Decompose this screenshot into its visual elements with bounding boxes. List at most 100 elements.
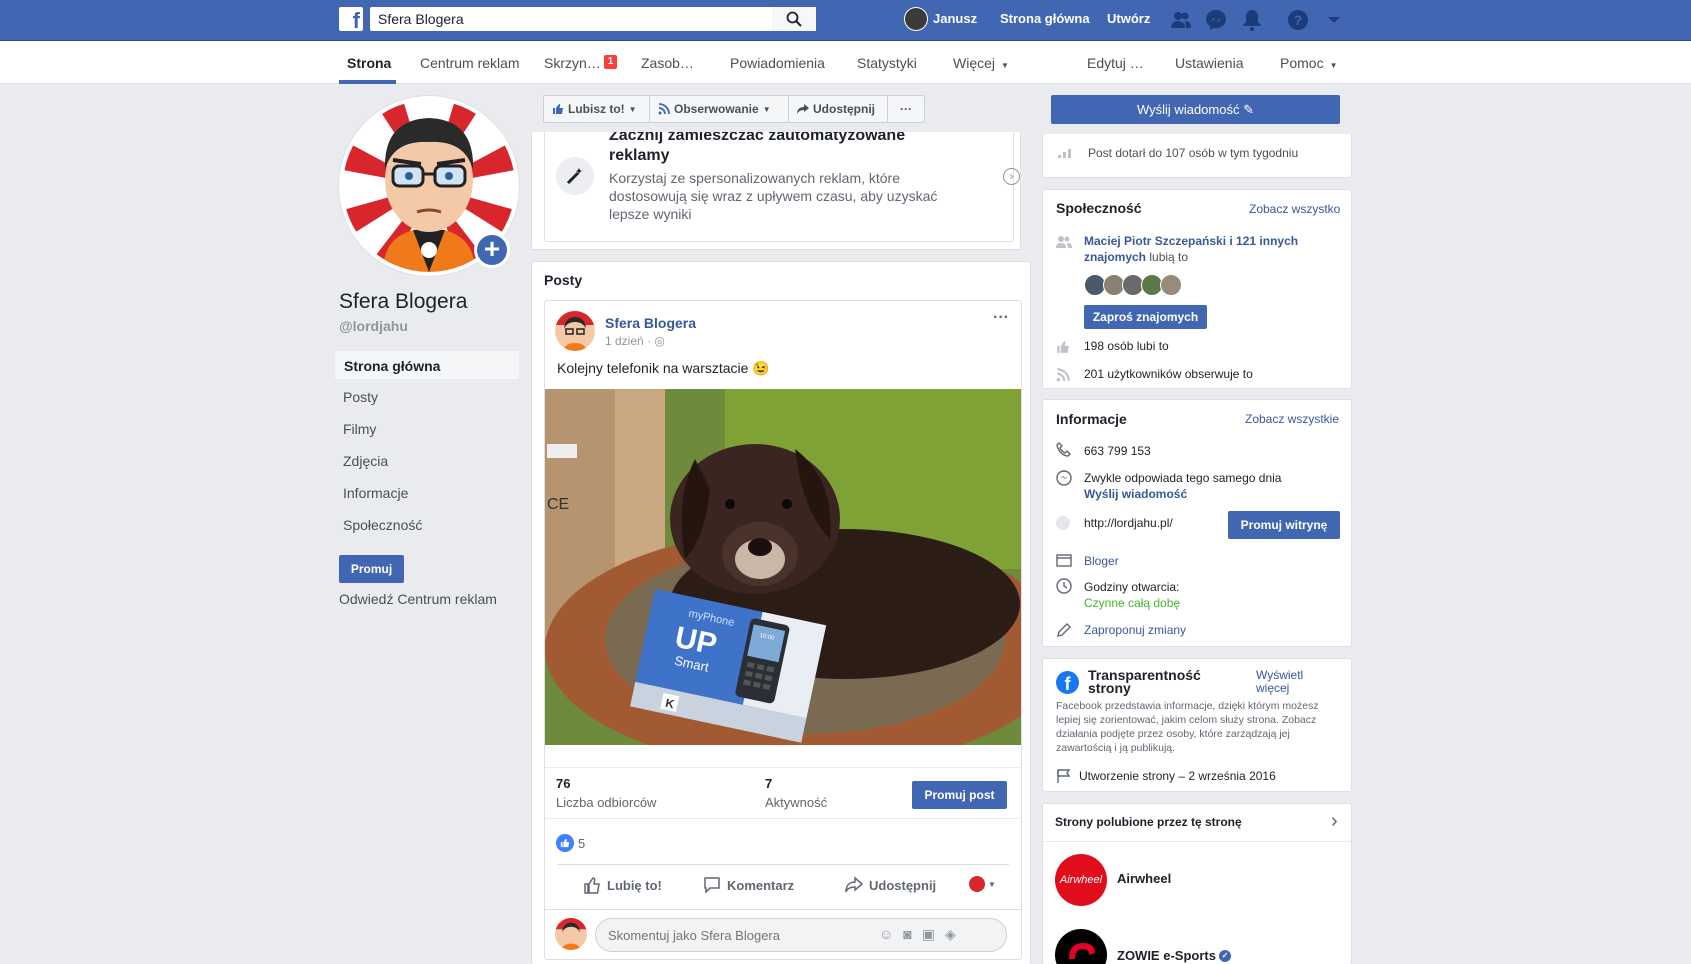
promote-website-button[interactable]: Promuj witrynę xyxy=(1228,511,1340,539)
transparency-title[interactable]: Transparentność strony xyxy=(1088,668,1218,695)
post-share-button[interactable]: Udostępnij xyxy=(845,876,936,894)
tab-page[interactable]: Strona xyxy=(347,55,391,71)
add-photo-button[interactable]: + xyxy=(474,232,510,268)
post-author-avatar[interactable] xyxy=(555,311,595,351)
post-author-name[interactable]: Sfera Blogera xyxy=(605,315,696,331)
weekly-reach-text[interactable]: Post dotarł do 107 osób w tym tygodniu xyxy=(1088,146,1298,160)
tab-inbox[interactable]: Skrzyn… 1 xyxy=(544,55,618,71)
user-avatar[interactable] xyxy=(904,7,928,31)
posts-section: Posty Sfera Blogera 1 dzień · ◎ ··· Kole… xyxy=(531,261,1031,964)
send-message-label: Wyślij wiadomość xyxy=(1137,102,1240,117)
friend-avatar[interactable] xyxy=(1160,274,1182,296)
tab-notifications[interactable]: Powiadomienia xyxy=(730,55,825,71)
verified-badge-icon: ✓ xyxy=(1218,949,1231,962)
send-message-button[interactable]: Wyślij wiadomość ✎ xyxy=(1051,95,1340,124)
website-link[interactable]: http://lordjahu.pl/ xyxy=(1084,516,1173,530)
post-options-icon[interactable]: ··· xyxy=(993,309,1009,327)
friends-like-suffix: lubią to xyxy=(1149,250,1189,264)
page-category-link[interactable]: Bloger xyxy=(1084,554,1119,568)
invite-friends-button[interactable]: Zaproś znajomych xyxy=(1084,305,1207,329)
help-icon[interactable]: ? xyxy=(1286,8,1310,32)
clock-icon xyxy=(1056,578,1072,597)
sidebar-item-community[interactable]: Społeczność xyxy=(334,510,520,540)
gif-icon[interactable]: ▣ xyxy=(922,926,935,943)
chevron-right-icon[interactable]: › xyxy=(1331,810,1338,833)
opening-hours-label: Godziny otwarcia: xyxy=(1084,580,1180,594)
thumbs-up-outline-icon xyxy=(584,877,600,894)
search-input[interactable] xyxy=(370,7,816,31)
opening-hours-value[interactable]: Czynne całą dobę xyxy=(1084,596,1180,610)
like-page-button[interactable]: Lubisz to! ▼ xyxy=(543,95,650,123)
page-title[interactable]: Sfera Blogera xyxy=(339,290,467,314)
sidebar-item-videos[interactable]: Filmy xyxy=(334,414,520,444)
reactions-summary[interactable]: 5 xyxy=(556,834,585,852)
send-message-link[interactable]: Wyślij wiadomość xyxy=(1084,487,1187,501)
sidebar-item-photos[interactable]: Zdjęcia xyxy=(334,446,520,476)
create-link[interactable]: Utwórz xyxy=(1107,11,1150,26)
response-time-text: Zwykle odpowiada tego samego dnia xyxy=(1084,471,1282,485)
notifications-bell-icon[interactable] xyxy=(1240,8,1264,32)
ad-card-body: Korzystaj ze spersonalizowanych reklam, … xyxy=(609,170,938,222)
likes-count: 5 xyxy=(578,835,586,851)
post-photo[interactable]: CE myPhone UP Smart 10:00 K xyxy=(545,389,1021,745)
tab-help[interactable]: Pomoc ▼ xyxy=(1280,55,1338,71)
chevron-down-icon: ▼ xyxy=(628,104,637,114)
more-options-button[interactable]: ··· xyxy=(888,95,925,123)
share-arrow-icon xyxy=(845,876,863,893)
friends-link[interactable]: Maciej Piotr Szczepański i 121 innych zn… xyxy=(1084,234,1298,264)
messenger-icon[interactable] xyxy=(1204,8,1228,32)
post-like-button[interactable]: Lubię to! xyxy=(583,876,662,894)
comment-button[interactable]: Komentarz xyxy=(703,876,794,894)
tab-ads-center[interactable]: Centrum reklam xyxy=(420,55,520,71)
about-see-all-link[interactable]: Zobacz wszystkie xyxy=(1245,412,1339,426)
liked-pages-title[interactable]: Strony polubione przez tę stronę xyxy=(1055,815,1242,829)
emoji-icon[interactable]: ☺ xyxy=(879,926,893,943)
airwheel-logo[interactable]: Airwheel xyxy=(1055,854,1107,906)
tab-more[interactable]: Więcej ▼ xyxy=(953,55,1009,71)
user-profile-link[interactable]: Janusz xyxy=(933,11,977,26)
tab-statistics[interactable]: Statystyki xyxy=(857,55,917,71)
friend-requests-icon[interactable] xyxy=(1169,8,1193,32)
about-title[interactable]: Informacje xyxy=(1056,411,1127,427)
chevron-right-icon[interactable]: › xyxy=(1003,168,1020,185)
reach-label[interactable]: Liczba odbiorców xyxy=(556,795,656,810)
share-page-button[interactable]: Udostępnij xyxy=(789,95,888,123)
page-likes-count[interactable]: 198 osób lubi to xyxy=(1084,339,1169,353)
page-followers-count[interactable]: 201 użytkowników obserwuje to xyxy=(1084,367,1253,381)
page-username[interactable]: @lordjahu xyxy=(339,318,408,334)
follow-button[interactable]: Obserwowanie ▼ xyxy=(650,95,789,123)
liked-page-zowie[interactable]: ZOWIE e-Sports ✓ xyxy=(1117,948,1231,963)
search-button[interactable] xyxy=(772,7,816,31)
category-icon xyxy=(1056,553,1072,570)
facebook-logo-icon[interactable]: f xyxy=(339,7,363,31)
ad-card-title[interactable]: Zacznij zamieszczać zautomatyzowane rekl… xyxy=(609,132,939,166)
promote-button[interactable]: Promuj xyxy=(339,555,404,583)
tab-resources[interactable]: Zasob… xyxy=(641,55,694,71)
transparency-card: f Transparentność strony Wyświetl więcej… xyxy=(1042,658,1352,792)
sidebar-item-posts[interactable]: Posty xyxy=(334,382,520,412)
engagement-label[interactable]: Aktywność xyxy=(765,795,827,810)
camera-icon[interactable]: ◙ xyxy=(903,926,911,943)
transparency-description: Facebook przedstawia informacje, dzięki … xyxy=(1056,700,1319,754)
sidebar-item-about[interactable]: Informacje xyxy=(334,478,520,508)
sidebar-item-home[interactable]: Strona główna xyxy=(334,350,520,380)
liked-page-airwheel[interactable]: Airwheel xyxy=(1117,871,1171,886)
account-menu-chevron-icon[interactable] xyxy=(1322,8,1346,32)
inbox-count-badge: 1 xyxy=(603,55,618,69)
sticker-icon[interactable]: ◈ xyxy=(945,926,956,943)
community-title[interactable]: Społeczność xyxy=(1056,200,1142,216)
tab-settings[interactable]: Ustawienia xyxy=(1175,55,1243,71)
tab-edit[interactable]: Edytuj … xyxy=(1087,55,1144,71)
phone-icon xyxy=(1056,442,1072,461)
commenter-avatar[interactable] xyxy=(555,918,587,950)
home-link[interactable]: Strona główna xyxy=(1000,11,1090,26)
zowie-logo[interactable] xyxy=(1055,929,1107,964)
post-as-selector[interactable]: ▼ xyxy=(969,876,996,892)
transparency-see-more-link[interactable]: Wyświetl więcej xyxy=(1256,669,1326,695)
visit-ads-center-link[interactable]: Odwiedź Centrum reklam xyxy=(339,591,497,607)
suggest-edits-link[interactable]: Zaproponuj zmiany xyxy=(1084,623,1186,637)
phone-number[interactable]: 663 799 153 xyxy=(1084,444,1151,458)
post-timestamp[interactable]: 1 dzień · ◎ xyxy=(605,334,665,348)
community-see-all-link[interactable]: Zobacz wszystko xyxy=(1249,202,1340,216)
promote-post-button[interactable]: Promuj post xyxy=(912,781,1007,809)
